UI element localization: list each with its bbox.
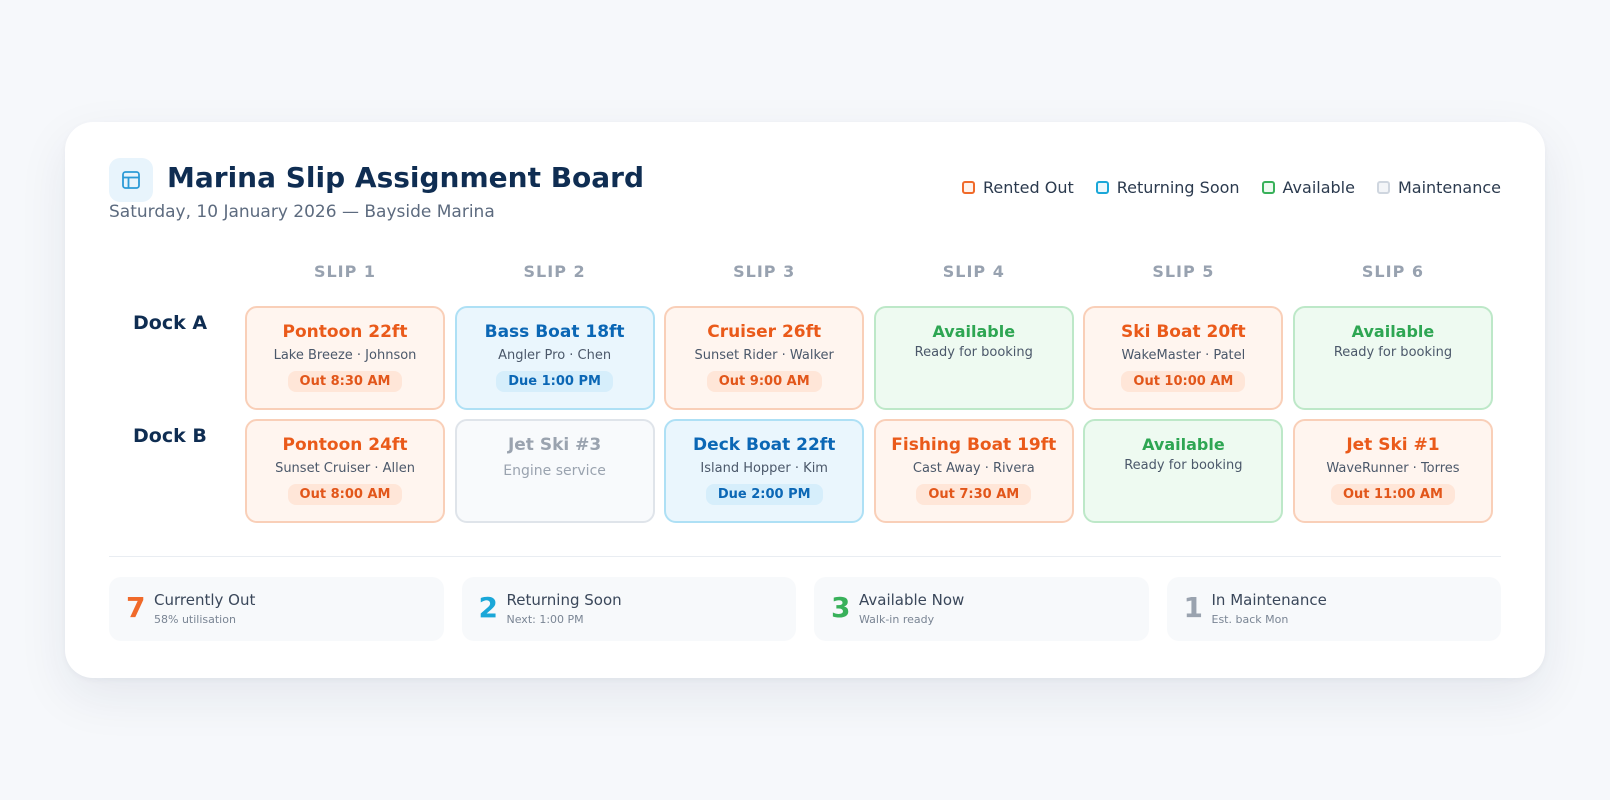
slip-slot[interactable]: Fishing Boat 19ft Cast Away · Rivera Out 7…	[873, 419, 1074, 523]
boat-name: Bass Boat 18ft	[484, 322, 625, 342]
slip-board-card: Marina Slip Assignment Board Saturday, 1…	[65, 122, 1545, 678]
boat-name: Jet Ski #3	[507, 435, 602, 455]
stat-label: Available Now	[859, 591, 965, 609]
boat-name: Available	[932, 322, 1016, 341]
status-legend: Rented Out Returning Soon Available Main…	[961, 178, 1501, 197]
stat-label: In Maintenance	[1211, 591, 1327, 609]
slip-header: SLIP 3	[733, 262, 796, 281]
boat-name: Fishing Boat 19ft	[891, 435, 1057, 455]
boat-name: Ski Boat 20ft	[1121, 322, 1246, 342]
boat-name: Jet Ski #1	[1346, 435, 1440, 455]
slip-slot[interactable]: Jet Ski #3 Engine service	[454, 419, 655, 523]
legend-swatch	[1095, 181, 1109, 194]
slip-header: SLIP 5	[1152, 262, 1215, 281]
legend-swatch	[961, 181, 975, 194]
layout-icon	[109, 158, 153, 202]
page-subtitle: Saturday, 10 January 2026 — Bayside Mari…	[109, 202, 495, 222]
slip-slot[interactable]: Available Ready for booking	[1083, 419, 1284, 523]
slot-detail: WakeMaster · Patel	[1121, 348, 1246, 363]
stat-card: 7 Currently Out 58% utilisation	[109, 577, 444, 641]
slip-slot[interactable]: Deck Boat 22ft Island Hopper · Kim Due 2:0…	[664, 419, 865, 523]
stat-card: 3 Available Now Walk-in ready	[814, 577, 1149, 641]
legend-item-maintenance: Maintenance	[1376, 178, 1501, 197]
stat-label: Currently Out	[154, 591, 256, 609]
slot-detail: Ready for booking	[1124, 458, 1243, 473]
slip-column-headers: SLIP 1 SLIP 2 SLIP 3 SLIP 4 SLIP 5 SLIP …	[245, 262, 1493, 286]
slot-detail: Sunset Rider · Walker	[694, 348, 834, 363]
boat-name: Deck Boat 22ft	[693, 435, 836, 455]
slot-detail: WaveRunner · Torres	[1326, 461, 1460, 476]
summary-stats: 7 Currently Out 58% utilisation 2 Returning …	[109, 577, 1501, 641]
slip-slot[interactable]: Bass Boat 18ft Angler Pro · Chen Due 1:00 …	[454, 306, 655, 410]
board-header: Marina Slip Assignment Board Saturday, 1…	[109, 158, 1501, 228]
slip-slot[interactable]: Pontoon 24ft Sunset Cruiser · Allen Out 8:…	[245, 419, 445, 523]
boat-name: Pontoon 24ft	[282, 435, 408, 455]
slip-grid: Pontoon 22ft Lake Breeze · Johnson Out 8:3…	[245, 306, 1493, 523]
slip-header: SLIP 6	[1361, 262, 1425, 281]
boat-name: Available	[1351, 322, 1435, 341]
slip-slot[interactable]: Available Ready for booking	[1292, 306, 1493, 410]
time-badge: Out 11:00 AM	[1330, 484, 1455, 505]
legend-item-rented: Rented Out	[961, 178, 1074, 197]
slip-slot[interactable]: Ski Boat 20ft WakeMaster · Patel Out 10:00…	[1083, 306, 1284, 410]
time-badge: Due 2:00 PM	[705, 484, 823, 505]
slip-slot[interactable]: Pontoon 22ft Lake Breeze · Johnson Out 8:3…	[245, 306, 445, 410]
legend-item-returning: Returning Soon	[1095, 178, 1240, 197]
slip-slot[interactable]: Available Ready for booking	[873, 306, 1074, 410]
legend-label: Rented Out	[982, 178, 1074, 197]
slip-header: SLIP 4	[942, 262, 1005, 281]
stat-number: 1	[1183, 591, 1203, 624]
divider	[109, 556, 1501, 557]
stat-card: 1 In Maintenance Est. back Mon	[1166, 577, 1501, 641]
stat-number: 7	[126, 591, 146, 624]
slip-header: SLIP 2	[523, 262, 586, 281]
legend-label: Available	[1282, 178, 1355, 197]
stat-label: Returning Soon	[506, 591, 622, 609]
stat-number: 3	[831, 591, 851, 624]
slot-detail: Ready for booking	[914, 345, 1033, 360]
time-badge: Out 10:00 AM	[1121, 371, 1246, 392]
boat-name: Pontoon 22ft	[282, 322, 408, 342]
time-badge: Out 9:00 AM	[706, 371, 822, 392]
legend-label: Returning Soon	[1116, 178, 1240, 197]
legend-swatch	[1376, 181, 1390, 194]
legend-label: Maintenance	[1397, 178, 1501, 197]
legend-item-available: Available	[1261, 178, 1355, 197]
page-title: Marina Slip Assignment Board	[167, 161, 645, 194]
legend-swatch	[1261, 181, 1275, 194]
stat-number: 2	[478, 591, 498, 624]
stat-card: 2 Returning Soon Next: 1:00 PM	[461, 577, 796, 641]
slot-detail: Sunset Cruiser · Allen	[275, 461, 415, 476]
slip-slot[interactable]: Cruiser 26ft Sunset Rider · Walker Out 9:0…	[664, 306, 865, 410]
slot-detail: Island Hopper · Kim	[700, 461, 828, 476]
stat-subtext: Walk-in ready	[859, 613, 935, 626]
stat-subtext: Next: 1:00 PM	[506, 613, 584, 626]
slot-detail: Lake Breeze · Johnson	[273, 348, 417, 363]
stat-subtext: 58% utilisation	[154, 613, 236, 626]
time-badge: Due 1:00 PM	[496, 371, 613, 392]
slip-slot[interactable]: Jet Ski #1 WaveRunner · Torres Out 11:00 A…	[1292, 419, 1493, 523]
slot-detail: Ready for booking	[1333, 345, 1453, 360]
time-badge: Out 8:00 AM	[287, 484, 403, 505]
dock-label-a: Dock A	[133, 312, 208, 334]
boat-name: Available	[1142, 435, 1225, 454]
slot-detail: Cast Away · Rivera	[912, 461, 1035, 476]
slot-detail: Engine service	[503, 463, 606, 479]
slip-header: SLIP 1	[313, 262, 377, 281]
stat-subtext: Est. back Mon	[1211, 613, 1289, 626]
dock-label-b: Dock B	[133, 425, 207, 447]
slot-detail: Angler Pro · Chen	[498, 348, 612, 363]
time-badge: Out 8:30 AM	[287, 371, 403, 392]
time-badge: Out 7:30 AM	[916, 484, 1032, 505]
boat-name: Cruiser 26ft	[707, 322, 822, 342]
